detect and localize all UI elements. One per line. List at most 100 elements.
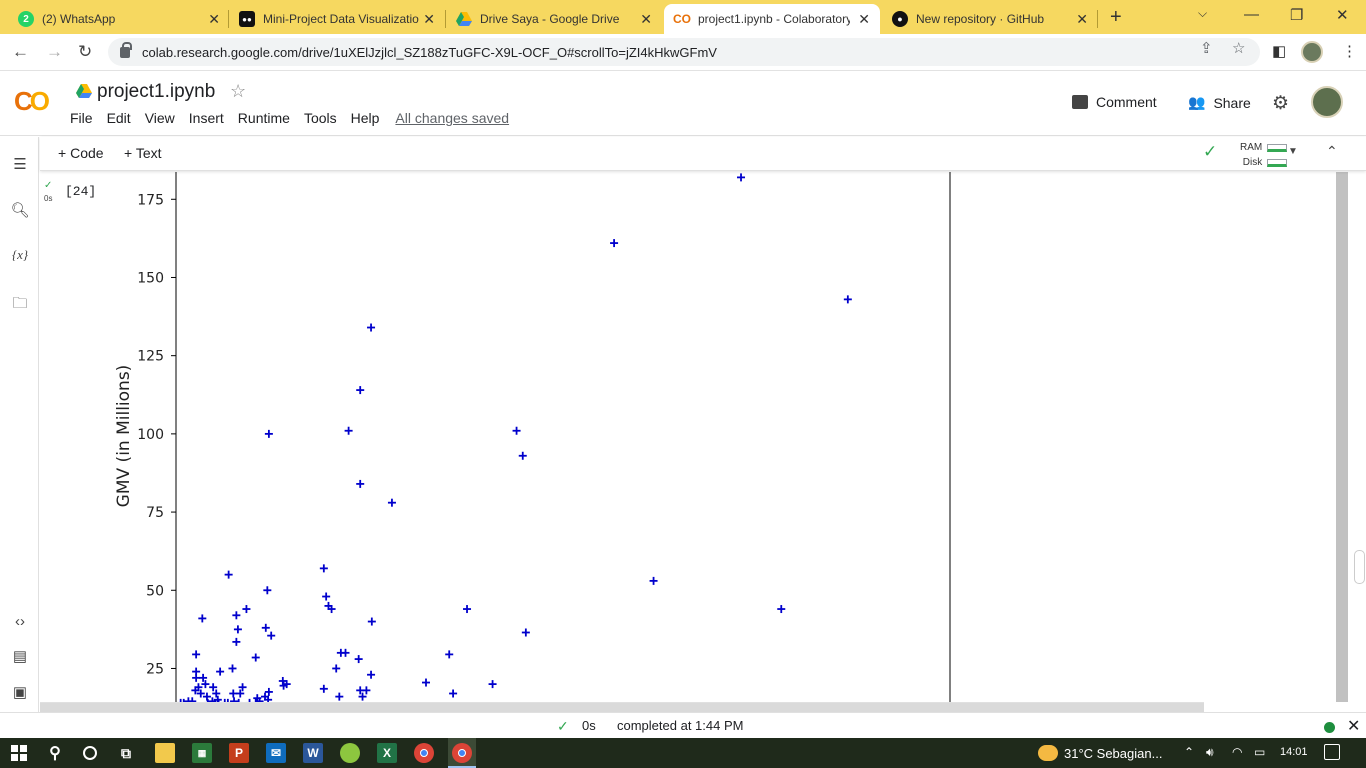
tab-title: New repository · GitHub <box>916 12 1045 26</box>
search-icon[interactable]: ⚲ <box>45 743 65 763</box>
output-scrollbar[interactable] <box>1336 172 1348 702</box>
gear-icon[interactable]: ⚙ <box>1272 92 1289 115</box>
scatter-point <box>356 479 365 488</box>
status-duration: 0s <box>582 718 596 733</box>
table-of-contents-icon[interactable]: ☰ <box>10 155 30 173</box>
lock-icon[interactable] <box>120 41 132 58</box>
search-icon[interactable]: 🔍︎ <box>10 201 30 219</box>
menu-bar: File Edit View Insert Runtime Tools Help… <box>70 110 509 126</box>
browser-menu-icon[interactable]: ⋮ <box>1342 42 1357 60</box>
weather-widget[interactable]: 31°C Sebagian... <box>1038 745 1162 761</box>
side-panel-icon[interactable]: ◧ <box>1272 42 1286 60</box>
chrome-icon[interactable] <box>452 743 472 763</box>
page-scrollbar[interactable] <box>1350 172 1366 702</box>
tab-search-icon[interactable]: ⌵ <box>1198 6 1207 21</box>
ram-disk-indicator[interactable]: RAM Disk <box>1240 140 1288 170</box>
video-icon: ●● <box>239 11 255 27</box>
close-tab-icon[interactable]: ✕ <box>208 11 220 28</box>
save-status[interactable]: All changes saved <box>395 110 509 126</box>
folder-icon[interactable]: 🗀 <box>10 293 30 318</box>
bookmark-star-icon[interactable]: ☆ <box>1232 39 1245 57</box>
runtime-dropdown-icon[interactable]: ▼ <box>1288 146 1298 157</box>
reload-icon[interactable]: ↻ <box>78 42 92 62</box>
windows-start-icon[interactable] <box>9 743 29 763</box>
chrome-icon[interactable] <box>414 743 434 763</box>
y-tick-label: 125 <box>137 349 164 365</box>
user-avatar[interactable] <box>1311 86 1343 118</box>
tab-whatsapp[interactable]: 2 (2) WhatsApp ✕ <box>8 4 230 34</box>
powerpoint-icon[interactable]: P <box>229 743 249 763</box>
notebook-title[interactable]: project1.ipynb <box>97 81 215 103</box>
menu-view[interactable]: View <box>145 110 175 126</box>
minimize-icon[interactable]: — <box>1244 6 1259 23</box>
share-page-icon[interactable]: ⇪ <box>1200 39 1213 57</box>
word-icon[interactable]: W <box>303 743 323 763</box>
star-icon[interactable]: ☆ <box>230 81 246 102</box>
code-snippets-icon[interactable]: ‹› <box>10 613 30 630</box>
close-window-icon[interactable]: ✕ <box>1336 6 1349 24</box>
scatter-point <box>261 623 270 632</box>
restore-icon[interactable]: ❐ <box>1290 6 1303 24</box>
battery-icon[interactable]: ▭ <box>1254 745 1265 759</box>
share-button[interactable]: 👥 Share <box>1188 94 1251 111</box>
store-icon[interactable]: ▦ <box>192 743 212 763</box>
chevron-up-icon[interactable]: ⌃ <box>1326 143 1338 160</box>
close-tab-icon[interactable]: ✕ <box>1076 11 1088 28</box>
add-code-label: Code <box>70 145 104 161</box>
colab-logo[interactable]: CO <box>14 86 50 117</box>
add-code-button[interactable]: + Code <box>58 145 104 161</box>
add-text-button[interactable]: + Text <box>124 145 162 161</box>
notifications-icon[interactable] <box>1324 744 1340 760</box>
forward-icon[interactable]: → <box>46 42 63 62</box>
wifi-icon[interactable]: ◠ <box>1232 745 1242 759</box>
horizontal-scrollbar[interactable] <box>40 702 1204 712</box>
menu-insert[interactable]: Insert <box>189 110 224 126</box>
terminal-icon[interactable]: ▣ <box>10 683 30 701</box>
chevron-up-icon[interactable]: ⌃ <box>1184 745 1194 759</box>
url-text[interactable]: colab.research.google.com/drive/1uXElJzj… <box>142 45 717 60</box>
close-tab-icon[interactable]: ✕ <box>640 11 652 28</box>
connected-check-icon[interactable]: ✓ <box>1203 142 1217 162</box>
page-scrollbar-thumb[interactable] <box>1354 550 1365 584</box>
google-drive-icon[interactable] <box>76 84 92 98</box>
back-icon[interactable]: ← <box>12 42 29 62</box>
address-bar[interactable]: colab.research.google.com/drive/1uXElJzj… <box>108 38 1260 66</box>
comment-icon <box>1072 95 1088 109</box>
y-tick-label: 150 <box>137 270 164 286</box>
tab-colab[interactable]: CO project1.ipynb - Colaboratory ✕ <box>664 4 880 34</box>
mail-icon[interactable]: ✉ <box>266 743 286 763</box>
tab-separator <box>1097 10 1098 28</box>
comment-button[interactable]: Comment <box>1072 94 1157 110</box>
close-tab-icon[interactable]: ✕ <box>858 11 870 28</box>
close-icon[interactable]: ✕ <box>1347 716 1360 736</box>
menu-edit[interactable]: Edit <box>107 110 131 126</box>
tab-github[interactable]: ● New repository · GitHub ✕ <box>882 4 1098 34</box>
new-tab-button[interactable]: + <box>1110 6 1122 29</box>
profile-avatar[interactable] <box>1301 41 1323 63</box>
tab-mini-project[interactable]: ●● Mini-Project Data Visualizatio ✕ <box>229 4 445 34</box>
menu-file[interactable]: File <box>70 110 93 126</box>
clock[interactable]: 14:01 <box>1280 746 1308 758</box>
status-message[interactable]: completed at 1:44 PM <box>617 718 743 733</box>
scatter-point <box>319 684 328 693</box>
scatter-point <box>228 664 237 673</box>
cortana-icon[interactable] <box>80 743 100 763</box>
task-view-icon[interactable]: ⧉ <box>116 743 136 763</box>
excel-icon[interactable]: X <box>377 743 397 763</box>
command-palette-icon[interactable]: ▤ <box>10 647 30 665</box>
close-tab-icon[interactable]: ✕ <box>423 11 435 28</box>
tab-google-drive[interactable]: Drive Saya - Google Drive ✕ <box>446 4 662 34</box>
scatter-point <box>737 173 746 182</box>
menu-runtime[interactable]: Runtime <box>238 110 290 126</box>
variables-icon[interactable]: {x} <box>10 247 30 263</box>
scatter-point <box>463 605 472 614</box>
y-tick-label: 75 <box>146 505 164 521</box>
menu-tools[interactable]: Tools <box>304 110 337 126</box>
file-explorer-icon[interactable] <box>155 743 175 763</box>
ram-bar <box>1267 143 1288 152</box>
menu-help[interactable]: Help <box>351 110 380 126</box>
app-icon[interactable] <box>340 743 360 763</box>
comment-label: Comment <box>1096 94 1157 110</box>
scatter-point <box>367 323 376 332</box>
volume-icon[interactable]: 🔊︎ <box>1206 745 1214 760</box>
